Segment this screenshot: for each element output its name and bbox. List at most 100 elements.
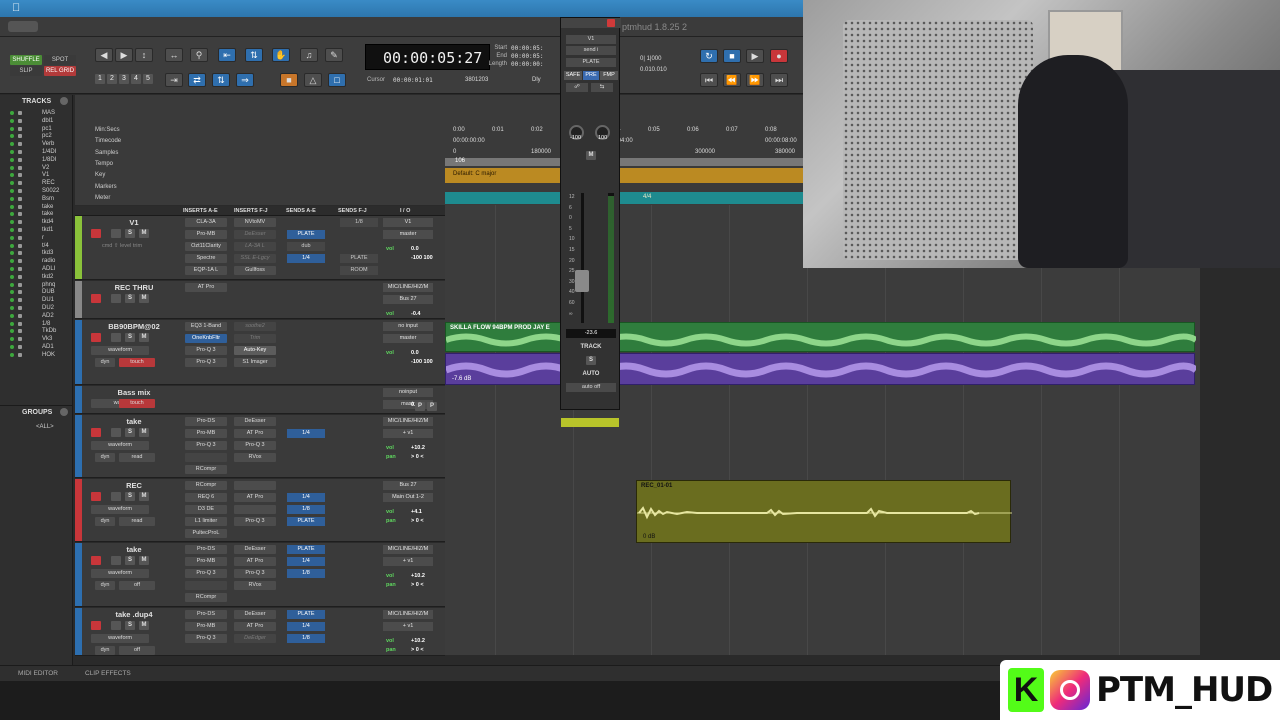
insert-slot-a[interactable]: Pro-DS [185,545,227,554]
rewind-icon[interactable]: ⏪ [723,73,741,87]
insert-slot-f[interactable]: DeEsser [234,230,276,239]
output-selector[interactable]: Main Out 1-2 [383,493,433,502]
edit-timeline[interactable] [445,205,1200,655]
input-monitor-button[interactable] [111,294,121,303]
tab-to-transient-icon[interactable]: ⇥ [165,73,183,87]
send-solo-button[interactable]: S [586,356,596,365]
track-list-item[interactable]: phnq [0,282,73,288]
key-signature-ruler[interactable]: Default: C major [445,168,803,183]
record-arm-button[interactable] [91,621,101,630]
automation-mode-selector[interactable]: off [119,581,155,590]
zoom-preset-4[interactable]: 4 [131,74,141,84]
track-list-item[interactable]: 1/8 [0,321,73,327]
track-list-item[interactable]: MAS [0,110,73,116]
track-view-selector[interactable]: waveform [91,505,149,514]
mute-button[interactable]: M [139,428,149,437]
record-arm-button[interactable] [91,428,101,437]
track-visibility-icon[interactable] [10,313,14,318]
zoom-preset-1[interactable]: 1 [95,74,105,84]
insert-slot-f[interactable]: LA-3A L [234,242,276,251]
track-list-item[interactable]: V1 [0,172,73,178]
grid-value[interactable]: 0.010.010 [640,67,667,73]
track-row[interactable]: REC THRU S M AT Pro MIC/LINE/HIZ/M Bus 27 vol -… [75,281,445,319]
insert-slot-a[interactable]: Pro-Q 3 [185,358,227,367]
track-visibility-icon[interactable] [10,306,14,310]
record-arm-button[interactable] [91,492,101,501]
track-list-item[interactable]: 1/8DI [0,157,73,163]
send-track-selector[interactable]: V1 [566,35,616,44]
track-name[interactable]: REC THRU [89,283,179,292]
stop-icon[interactable]: ■ [723,49,741,63]
send-selector[interactable]: send i [566,46,616,55]
input-monitor-button[interactable] [111,492,121,501]
input-selector[interactable]: MIC/LINE/HIZ/M [383,610,433,619]
mute-button[interactable]: M [139,333,149,342]
track-name[interactable]: REC [89,481,179,490]
track-visibility-icon[interactable] [10,150,14,154]
insert-slot-a[interactable]: CLA-3A [185,218,227,227]
insert-slot-a[interactable]: PultecProL [185,529,227,538]
volume-value[interactable]: +10.2 [411,638,425,644]
track-visibility-icon[interactable] [10,126,14,131]
track-list-item[interactable]: Verb [0,141,73,147]
insert-slot-f[interactable]: DeEdger [234,634,276,643]
track-list-item[interactable]: tkd3 [0,250,73,256]
insert-slot-a[interactable]: REQ 6 [185,493,227,502]
track-visibility-icon[interactable] [10,111,14,115]
track-list-item[interactable]: 1/4DI [0,149,73,155]
zoom-out-icon[interactable]: ◀ [95,48,113,62]
track-visibility-icon[interactable] [10,165,14,170]
insert-slot-f[interactable]: Pro-Q 3 [234,517,276,526]
insert-slot-f[interactable]: Auto-Key [234,346,276,355]
track-row[interactable]: V1 S Mcmd ⇧ level trim CLA-3A Pro-MB Ozt11Cla… [75,216,445,280]
send-fmp-button[interactable]: FMP [600,71,618,80]
insert-slot-f[interactable]: Gullfoss [234,266,276,275]
insert-slot-f[interactable]: AT Pro [234,429,276,438]
grabber-tool-icon[interactable]: ✋ [272,48,290,62]
track-visibility-icon[interactable] [10,345,14,349]
keyboard-focus-icon[interactable]: □ [328,73,346,87]
track-visibility-icon[interactable] [10,204,14,209]
track-visibility-icon[interactable] [10,142,14,147]
insert-slot-a[interactable]: Pro-Q 3 [185,634,227,643]
mode-shuffle[interactable]: SHUFFLE [10,55,42,65]
send-slot-a[interactable]: PLATE [287,517,325,526]
window-controls[interactable] [8,21,38,32]
track-visibility-icon[interactable] [10,274,14,279]
output-selector[interactable]: mastr [383,400,433,409]
insert-slot-f[interactable]: soothe2 [234,322,276,331]
track-visibility-icon[interactable] [10,134,14,139]
tempo-ruler[interactable]: 106 [445,158,803,166]
insert-slot-a[interactable]: EQ3 1-Band [185,322,227,331]
send-slot-f[interactable]: 1/8 [340,218,378,227]
input-selector[interactable]: V1 [383,218,433,227]
output-selector[interactable]: + v1 [383,622,433,631]
send-automation-mode[interactable]: auto off [566,383,616,392]
start-value[interactable]: 00:00:05: [511,45,544,52]
insert-slot-f[interactable] [234,505,276,514]
mode-spot[interactable]: SPOT [44,55,76,65]
fast-forward-icon[interactable]: ⏩ [746,73,764,87]
record-arm-button[interactable] [91,556,101,565]
track-list-item[interactable]: S0022 [0,188,73,194]
track-list-item[interactable]: dbl1 [0,118,73,124]
track-list-item[interactable]: ADLI [0,266,73,272]
insert-slot-f[interactable]: AT Pro [234,493,276,502]
track-list-item[interactable]: tkd4 [0,219,73,225]
zoom-vertical-icon[interactable]: ↕ [135,48,153,62]
zoom-preset-5[interactable]: 5 [143,74,153,84]
beat-clip-top[interactable]: SKILLA FLOW 94BPM PROD JAY E [445,322,1196,352]
solo-button[interactable]: S [125,492,135,501]
track-list-item[interactable]: DU2 [0,305,73,311]
track-list-item[interactable]: Bsm [0,196,73,202]
solo-button[interactable]: S [125,294,135,303]
insert-slot-f[interactable]: Trim [234,334,276,343]
send-level-readout[interactable]: -23.6 [566,329,616,338]
track-row[interactable]: take S Mwaveform dyn off Pro-DS Pro-MB Pro-Q 3 R… [75,543,445,607]
track-row[interactable]: REC S Mwaveform dyn read RCompr REQ 6 D3 DE L1 l… [75,479,445,542]
insert-slot-a[interactable]: RCompr [185,593,227,602]
track-list-item[interactable]: pc1 [0,126,73,132]
volume-value[interactable]: 0.0 [411,350,419,356]
send-window-close-icon[interactable] [607,19,615,27]
record-icon[interactable]: ● [770,49,788,63]
